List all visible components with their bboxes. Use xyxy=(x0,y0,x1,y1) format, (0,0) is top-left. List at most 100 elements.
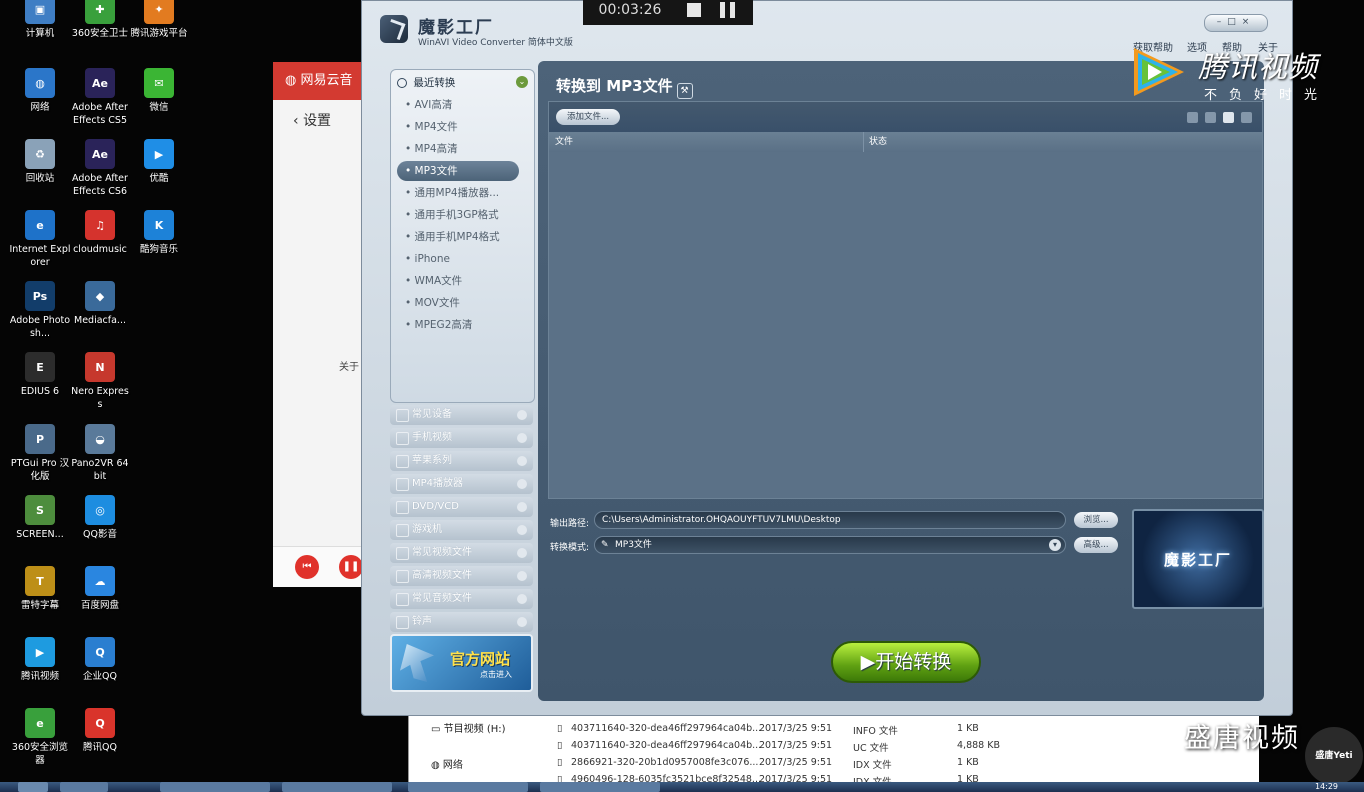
file-row[interactable]: ▯ 403711640-320-dea46ff297964ca04b... 2017… xyxy=(557,723,1157,739)
recent-item[interactable]: • WMA文件 xyxy=(397,271,519,291)
move-up-icon[interactable] xyxy=(1223,112,1234,123)
window-controls[interactable]: –□× xyxy=(1204,14,1268,32)
taskbar-item[interactable] xyxy=(540,782,660,792)
desktop-icon[interactable]: S SCREEN... xyxy=(9,495,71,541)
desktop-icon[interactable]: T 雷特字幕 xyxy=(9,566,71,612)
file-row[interactable]: ▯ 2866921-320-20b1d0957008fe3c076... 2017/… xyxy=(557,757,1157,773)
nav-item-network[interactable]: ◍ 网络 xyxy=(431,756,463,771)
desktop-icon[interactable]: Ae Adobe After Effects CS6 xyxy=(69,139,131,198)
conversion-mode-select[interactable]: ✎ MP3文件 ▾ xyxy=(594,536,1066,554)
recent-item[interactable]: • MPEG2高清 xyxy=(397,315,519,335)
pause-button[interactable]: ❚❚ xyxy=(339,555,363,579)
desktop-icon[interactable]: ▣ 计算机 xyxy=(9,0,71,40)
settings-back-button[interactable]: ‹ 设置 xyxy=(293,110,331,130)
expand-icon[interactable] xyxy=(517,502,527,512)
recent-item[interactable]: • MOV文件 xyxy=(397,293,519,313)
desktop-icon[interactable]: ▶ 腾讯视频 xyxy=(9,637,71,683)
clear-icon[interactable] xyxy=(1205,112,1216,123)
start-button[interactable] xyxy=(18,782,48,792)
browse-button[interactable]: 浏览... xyxy=(1074,512,1118,528)
taskbar-item[interactable] xyxy=(60,782,108,792)
desktop-icon[interactable]: ◒ Pano2VR 64bit xyxy=(69,424,131,483)
category-item[interactable]: 常见视频文件 xyxy=(390,543,533,563)
nav-item-drive-h[interactable]: ▭ 节目视频 (H:) xyxy=(431,720,506,735)
stop-recording-icon[interactable] xyxy=(687,3,701,17)
category-item[interactable]: 铃声 xyxy=(390,612,533,632)
desktop-icon[interactable]: ◆ Mediacfa... xyxy=(69,281,131,327)
expand-icon[interactable] xyxy=(517,594,527,604)
expand-icon[interactable] xyxy=(517,525,527,535)
desktop-icon[interactable]: ▶ 优酷 xyxy=(128,139,190,185)
desktop-icon[interactable]: Q 企业QQ xyxy=(69,637,131,683)
netease-music-window[interactable]: ◍ 网易云音 ‹ 设置 关于 ⏮ ❚❚ xyxy=(273,62,373,587)
recent-header[interactable]: 最近转换 xyxy=(397,75,455,90)
previous-track-button[interactable]: ⏮ xyxy=(295,555,319,579)
desktop-icon[interactable]: e Internet Explorer xyxy=(9,210,71,269)
file-row[interactable]: ▯ 403711640-320-dea46ff297964ca04b... 2017… xyxy=(557,740,1157,756)
taskbar-item[interactable] xyxy=(160,782,270,792)
desktop-icon[interactable]: K 酷狗音乐 xyxy=(128,210,190,256)
desktop-icon[interactable]: ♻ 回收站 xyxy=(9,139,71,185)
desktop-icon[interactable]: ✦ 腾讯游戏平台 xyxy=(128,0,190,40)
column-file[interactable]: 文件 xyxy=(555,132,573,152)
app-icon: Ae xyxy=(85,68,115,98)
expand-icon[interactable] xyxy=(517,617,527,627)
recent-item[interactable]: • MP3文件 xyxy=(397,161,519,181)
category-icon xyxy=(396,616,409,629)
expand-icon[interactable] xyxy=(517,456,527,466)
expand-icon[interactable] xyxy=(517,433,527,443)
recent-item[interactable]: • MP4高清 xyxy=(397,139,519,159)
file-list-area[interactable]: 添加文件... 文件 状态 xyxy=(548,101,1263,499)
maximize-icon[interactable]: □ xyxy=(1227,17,1242,27)
expand-icon[interactable] xyxy=(517,410,527,420)
remove-icon[interactable] xyxy=(1187,112,1198,123)
chevron-down-icon[interactable]: ⌄ xyxy=(516,76,528,88)
close-icon[interactable]: × xyxy=(1242,17,1256,27)
category-item[interactable]: 高清视频文件 xyxy=(390,566,533,586)
pause-recording-icon[interactable] xyxy=(720,2,736,18)
official-site-banner[interactable]: 官方网站 点击进入 xyxy=(390,634,533,692)
category-item[interactable]: 常见设备 xyxy=(390,405,533,425)
winavi-window[interactable]: 魔影工厂 WinAVI Video Converter 简体中文版 –□× 获取… xyxy=(361,0,1293,716)
minimize-icon[interactable]: – xyxy=(1217,17,1228,27)
desktop-icon[interactable]: Ae Adobe After Effects CS5 xyxy=(69,68,131,127)
category-item[interactable]: 手机视频 xyxy=(390,428,533,448)
category-item[interactable]: MP4播放器 xyxy=(390,474,533,494)
category-item[interactable]: DVD/VCD xyxy=(390,497,533,517)
start-conversion-button[interactable]: ▶开始转换 xyxy=(831,641,981,683)
add-file-button[interactable]: 添加文件... xyxy=(556,109,620,125)
desktop-icon[interactable]: ✚ 360安全卫士 xyxy=(69,0,131,40)
category-item[interactable]: 游戏机 xyxy=(390,520,533,540)
category-item[interactable]: 苹果系列 xyxy=(390,451,533,471)
expand-icon[interactable] xyxy=(517,548,527,558)
desktop-icon[interactable]: P PTGui Pro 汉化版 xyxy=(9,424,71,483)
taskbar-item[interactable] xyxy=(408,782,528,792)
expand-icon[interactable] xyxy=(517,479,527,489)
desktop-icon[interactable]: ◍ 网络 xyxy=(9,68,71,114)
desktop-icon[interactable]: E EDIUS 6 xyxy=(9,352,71,398)
dropdown-icon[interactable]: ▾ xyxy=(1049,539,1061,551)
output-path-field[interactable]: C:\Users\Administrator.OHQAOUYFTUV7LMU\D… xyxy=(594,511,1066,529)
column-status[interactable]: 状态 xyxy=(869,132,887,152)
settings-tool-icon[interactable]: ⚒ xyxy=(676,83,693,99)
taskbar-item[interactable] xyxy=(282,782,392,792)
desktop-icon[interactable]: Ps Adobe Photosh... xyxy=(9,281,71,340)
recent-item[interactable]: • AVI高清 xyxy=(397,95,519,115)
desktop-icon[interactable]: e 360安全浏览器 xyxy=(9,708,71,767)
desktop-icon[interactable]: Q 腾讯QQ xyxy=(69,708,131,754)
desktop-icon[interactable]: ♫ cloudmusic xyxy=(69,210,131,256)
desktop-icon[interactable]: ☁ 百度网盘 xyxy=(69,566,131,612)
expand-icon[interactable] xyxy=(517,571,527,581)
desktop-icon[interactable]: N Nero Express xyxy=(69,352,131,411)
recent-item[interactable]: • iPhone xyxy=(397,249,519,269)
recording-timer: 00:03:26 xyxy=(598,2,662,18)
recent-item[interactable]: • 通用手机MP4格式 xyxy=(397,227,519,247)
move-down-icon[interactable] xyxy=(1241,112,1252,123)
desktop-icon[interactable]: ✉ 微信 xyxy=(128,68,190,114)
advanced-button[interactable]: 高级... xyxy=(1074,537,1118,553)
recent-item[interactable]: • 通用手机3GP格式 xyxy=(397,205,519,225)
recent-item[interactable]: • 通用MP4播放器... xyxy=(397,183,519,203)
recent-item[interactable]: • MP4文件 xyxy=(397,117,519,137)
category-item[interactable]: 常见音频文件 xyxy=(390,589,533,609)
desktop-icon[interactable]: ◎ QQ影音 xyxy=(69,495,131,541)
